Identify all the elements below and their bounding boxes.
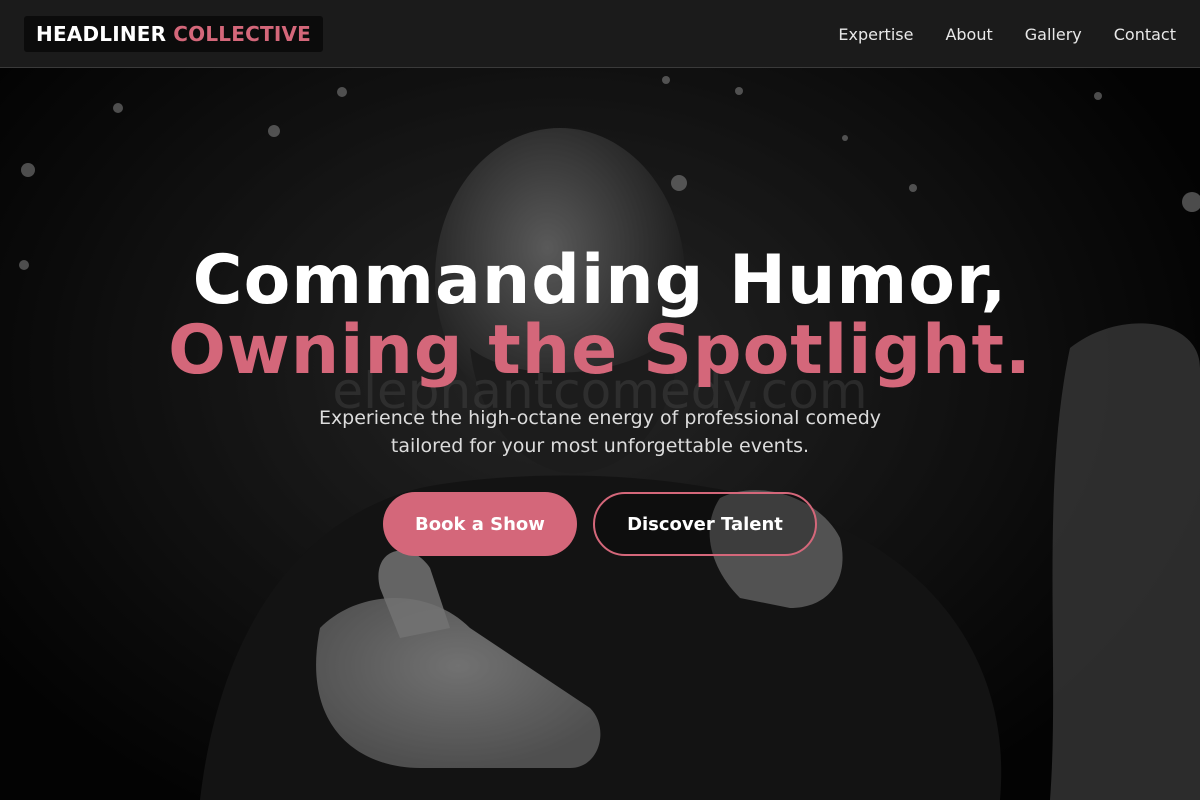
- logo-word-headliner: HEADLINER: [36, 22, 167, 46]
- logo-word-collective: COLLECTIVE: [173, 22, 312, 46]
- nav-link-about[interactable]: About: [945, 25, 992, 44]
- brand-logo[interactable]: HEADLINER COLLECTIVE: [24, 16, 324, 52]
- discover-talent-button[interactable]: Discover Talent: [593, 492, 817, 556]
- headline-line-1: Commanding Humor,: [192, 241, 1008, 320]
- hero-headline: Commanding Humor, Owning the Spotlight.: [0, 246, 1200, 386]
- top-navigation-bar: HEADLINER COLLECTIVE Expertise About Gal…: [0, 0, 1200, 68]
- nav-link-gallery[interactable]: Gallery: [1025, 25, 1082, 44]
- nav-links: Expertise About Gallery Contact: [838, 0, 1176, 68]
- hero-section: elephantcomedy.com Commanding Humor, Own…: [0, 68, 1200, 800]
- hero-subtitle: Experience the high-octane energy of pro…: [318, 407, 882, 457]
- nav-link-expertise[interactable]: Expertise: [838, 25, 913, 44]
- headline-line-2: Owning the Spotlight.: [168, 311, 1032, 390]
- book-a-show-button[interactable]: Book a Show: [383, 492, 577, 556]
- nav-link-contact[interactable]: Contact: [1114, 25, 1176, 44]
